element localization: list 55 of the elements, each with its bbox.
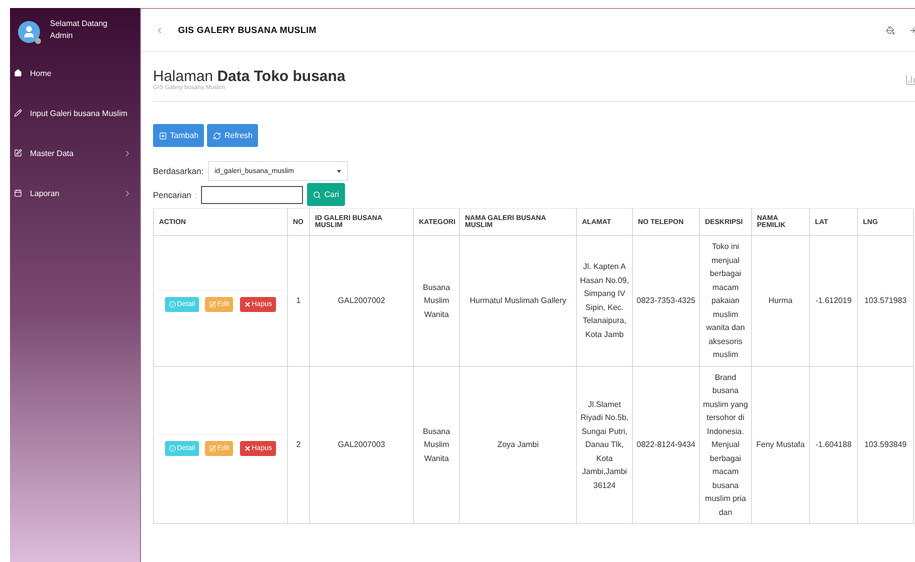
close-icon <box>244 300 251 308</box>
edit-icon <box>14 149 22 157</box>
filter-label: Berdasarkan: <box>153 166 204 176</box>
refresh-button[interactable]: Refresh <box>207 124 258 147</box>
table-cell: GAL2007003 <box>310 366 414 524</box>
table-cell: Feny Mustafa <box>752 366 810 524</box>
sidebar-item[interactable]: Input Galeri busana Muslim <box>10 93 140 133</box>
back-icon[interactable] <box>155 26 164 34</box>
edit-icon <box>209 300 216 308</box>
search-label: Pencarian <box>153 190 191 200</box>
info-icon <box>169 300 176 308</box>
page-title: Halaman Data Toko busana <box>153 68 346 85</box>
avatar <box>18 21 40 43</box>
table-cell: Jl.Slamet Riyadi No.5b, Sungai Putri, Danau Tlk, Kota Jambi,Jambi 36124 <box>576 366 632 524</box>
home-icon <box>14 69 22 77</box>
chevron-right-icon <box>123 148 132 158</box>
info-icon <box>169 444 176 452</box>
app-title: GIS GALERY BUSANA MUSLIM <box>178 25 318 35</box>
edit-icon <box>209 444 216 452</box>
table-cell: Busana Muslim Wanita <box>414 366 460 524</box>
table-cell: Hurmatul Muslimah Gallery <box>460 236 576 366</box>
table-cell: Hurma <box>752 236 810 366</box>
table-cell: 0823-7353-4325 <box>632 236 700 366</box>
caret-icon <box>336 170 341 172</box>
table-cell: Jl. Kapten A Hasan No.09, Simpang IV Sipin, Kec. Telanaipura, Kota Jamb <box>576 236 632 366</box>
separator-text: : <box>195 190 198 200</box>
table-cell: Busana Muslim Wanita <box>414 236 460 366</box>
plus-icon <box>159 132 167 140</box>
table-cell: 103.593849 <box>858 366 914 524</box>
greeting-text: Selamat Datang <box>50 18 108 30</box>
table-cell: -1.604188 <box>810 366 858 524</box>
table-cell: 1 <box>288 236 310 366</box>
search-field[interactable] <box>201 186 304 204</box>
chevron-right-icon <box>123 188 132 198</box>
table-cell: 2 <box>288 366 310 524</box>
add-button[interactable]: Tambah <box>153 124 204 147</box>
sidebar-item[interactable]: Master Data <box>10 133 140 173</box>
close-icon <box>244 444 251 452</box>
bar-chart-icon <box>905 74 915 86</box>
table-cell: 0822-8124-9434 <box>632 366 700 524</box>
search-button[interactable]: Cari <box>307 183 346 206</box>
table-cell: 103.571983 <box>858 236 914 366</box>
table-cell: Zoya Jambi <box>460 366 576 524</box>
calendar-icon <box>14 189 22 197</box>
user-name: Admin <box>50 30 74 42</box>
table-cell: GAL2007002 <box>310 236 414 366</box>
paint-bucket-icon[interactable] <box>886 26 895 34</box>
sidebar-item[interactable]: Home <box>10 53 140 93</box>
table-cell: Toko ini menjual berbagai macam pakaian muslim wanita dan aksesoris muslim <box>700 236 752 366</box>
table-cell: -1.612019 <box>810 236 858 366</box>
refresh-icon <box>213 132 222 140</box>
sidebar-item[interactable]: Laporan <box>10 173 140 213</box>
pencil-icon <box>14 109 22 117</box>
search-icon <box>313 190 322 198</box>
table-cell: Brand busana muslim yang tersohor di Indonesia. Menjual berbagai macam busana muslim pria dan <box>700 366 752 524</box>
